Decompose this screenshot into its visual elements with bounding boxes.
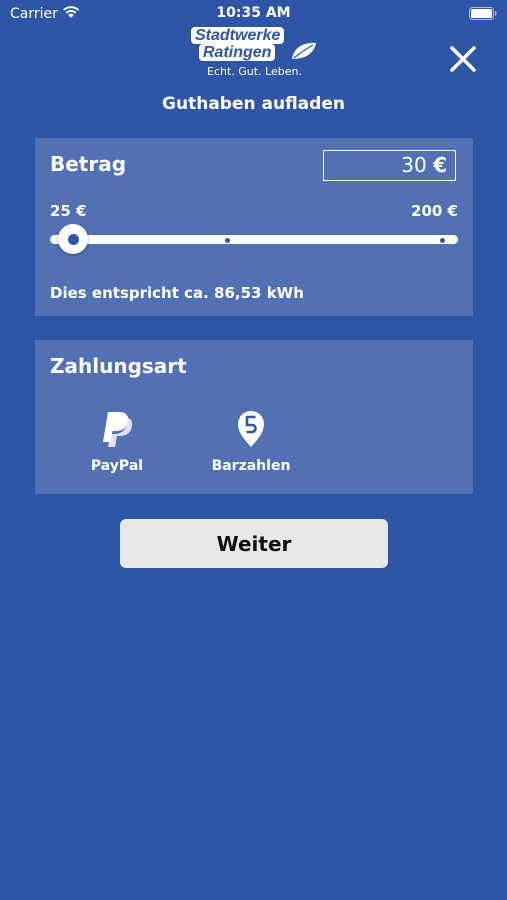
amount-heading: Betrag [50, 152, 127, 176]
payment-panel: Zahlungsart PayPal Barzahlen [35, 340, 473, 494]
slider-tick [440, 237, 445, 243]
page-title: Guthaben aufladen [162, 94, 345, 114]
status-bar: Carrier 10:35 AM [0, 0, 507, 28]
kwh-equivalent-text: Dies entspricht ca. 86,53 kWh [50, 284, 304, 302]
amount-currency: € [433, 153, 447, 177]
amount-slider[interactable] [50, 224, 458, 254]
logo-text-ratingen: Ratingen [199, 44, 276, 61]
payment-option-paypal[interactable]: PayPal [62, 410, 172, 476]
leaf-icon [292, 42, 316, 59]
slider-thumb[interactable] [58, 224, 89, 254]
payment-heading: Zahlungsart [50, 354, 187, 378]
stadtwerke-logo: Stadtwerke Ratingen Echt. Gut. Leben. [185, 25, 325, 81]
amount-panel: Betrag 30 € 25 € 200 € Dies entspricht c… [35, 138, 473, 316]
slider-min-label: 25 € [50, 202, 87, 220]
barzahlen-icon [238, 411, 264, 447]
battery-icon [469, 7, 497, 20]
paypal-icon [103, 412, 133, 447]
close-button[interactable] [444, 40, 482, 78]
clock: 10:35 AM [216, 5, 291, 21]
payment-label-paypal: PayPal [90, 458, 144, 474]
slider-tick [225, 237, 230, 243]
close-icon [450, 46, 476, 72]
amount-input[interactable]: 30 € [323, 150, 456, 181]
amount-value: 30 [401, 153, 427, 177]
logo-tagline: Echt. Gut. Leben. [207, 65, 302, 78]
slider-max-label: 200 € [411, 202, 458, 220]
payment-label-barzahlen: Barzahlen [211, 458, 291, 474]
logo-text-stadtwerke: Stadtwerke [191, 27, 285, 44]
payment-option-barzahlen[interactable]: Barzahlen [196, 410, 306, 476]
next-button[interactable]: Weiter [120, 519, 388, 568]
